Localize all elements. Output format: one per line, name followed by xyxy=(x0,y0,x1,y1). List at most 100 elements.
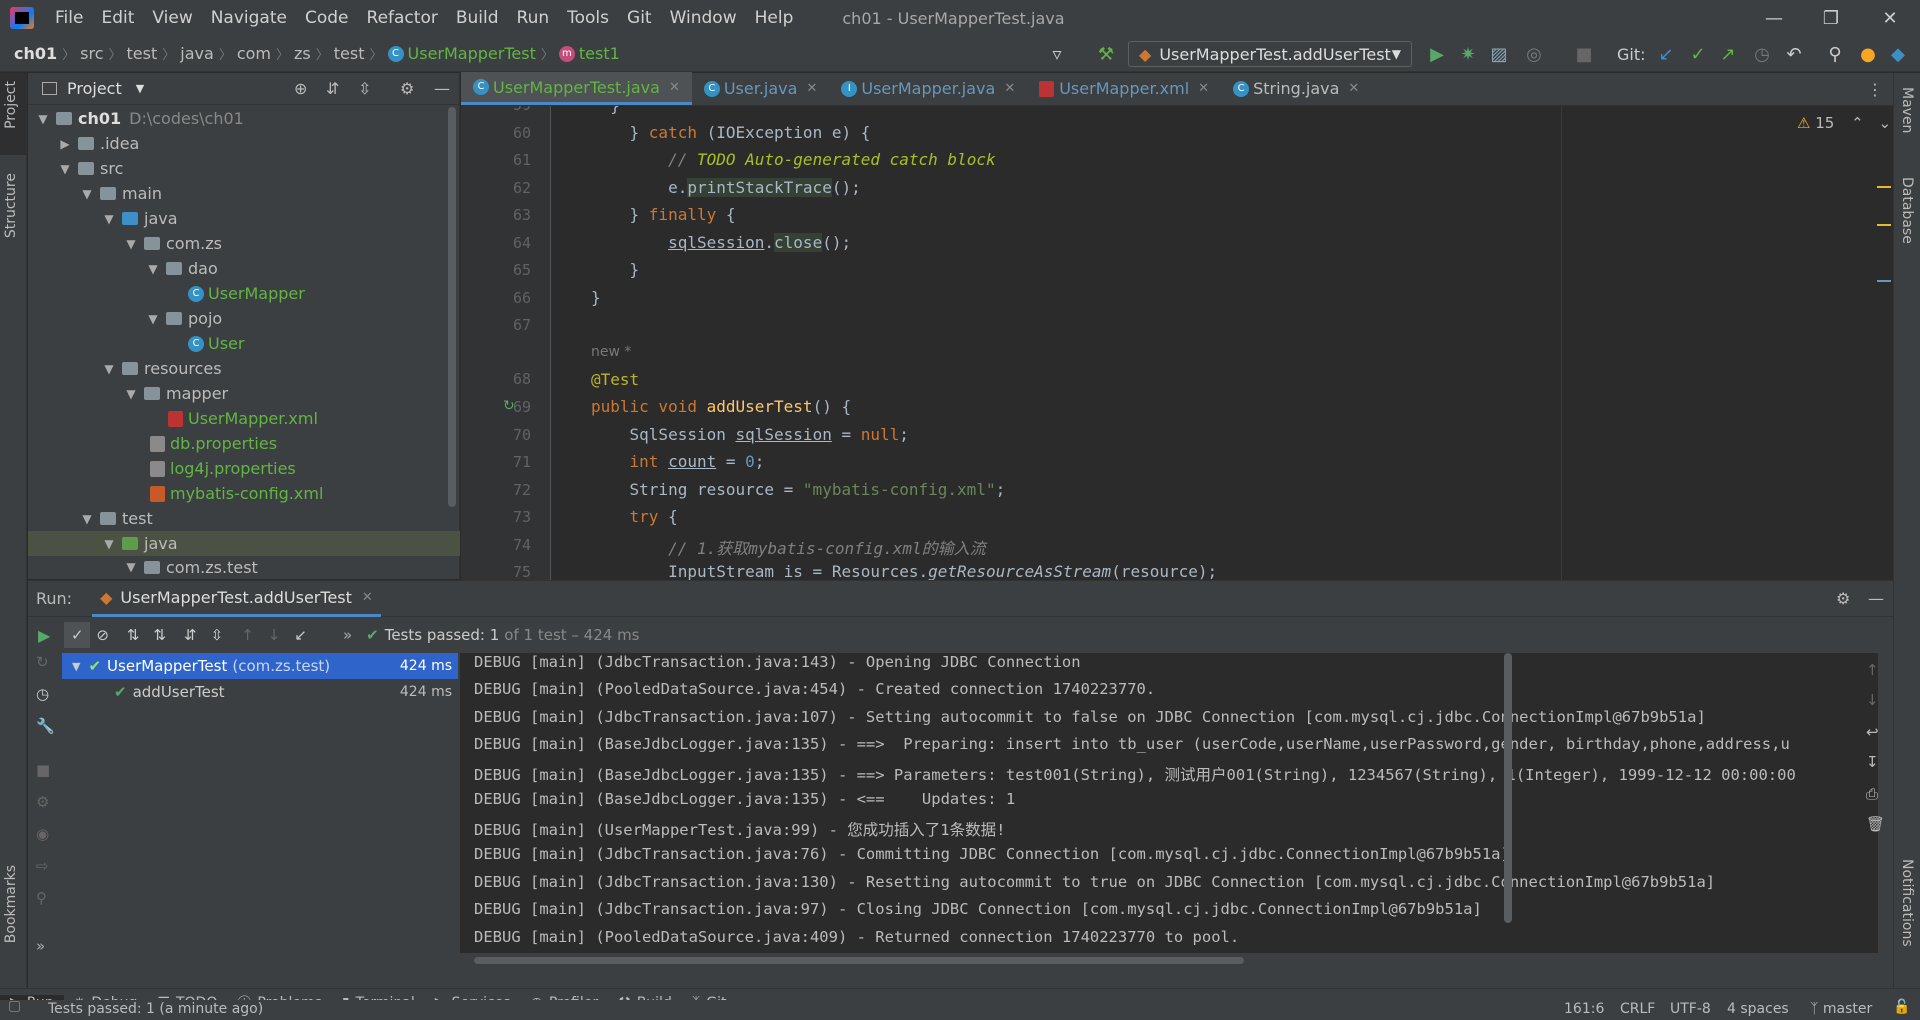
rollback-icon[interactable]: ↶ xyxy=(1782,42,1806,66)
history-icon[interactable]: ◷ xyxy=(1750,42,1774,66)
close-icon[interactable]: ✕ xyxy=(1004,81,1015,96)
breadcrumb-java[interactable]: java xyxy=(180,44,214,63)
status-toggle-icon[interactable]: ▢ xyxy=(8,998,21,1014)
up-icon[interactable]: ↑ xyxy=(1866,661,1879,679)
breadcrumb-ch01[interactable]: ch01 xyxy=(14,44,57,63)
status-message[interactable]: Tests passed: 1 (a minute ago) xyxy=(48,1001,263,1017)
camera-icon[interactable]: ◉ xyxy=(36,825,49,843)
restore-icon[interactable]: ❐ xyxy=(1803,0,1859,36)
tree-item-dao[interactable]: ▼ dao xyxy=(28,256,460,281)
sort-duration-icon[interactable]: ⇅ xyxy=(153,626,166,644)
locate-icon[interactable]: ⊕ xyxy=(294,79,307,98)
search-icon[interactable]: ⚲ xyxy=(1823,42,1847,66)
menu-edit[interactable]: Edit xyxy=(92,8,143,28)
tree-item-main[interactable]: ▼ main xyxy=(28,181,460,206)
maven-tool-button[interactable]: Maven xyxy=(1899,87,1915,133)
pin-icon[interactable]: ⚲ xyxy=(36,889,47,907)
run-icon[interactable]: ▶ xyxy=(1425,42,1449,66)
gear-icon[interactable]: ⚙ xyxy=(1836,589,1850,608)
next-icon[interactable]: ↓ xyxy=(268,626,281,644)
close-icon[interactable]: ✕ xyxy=(806,81,817,96)
menu-view[interactable]: View xyxy=(143,8,201,28)
close-icon[interactable]: ✕ xyxy=(669,80,680,95)
expand-all-icon[interactable]: ⇵ xyxy=(184,626,197,644)
console-hscrollbar[interactable] xyxy=(474,957,1244,964)
menu-tools[interactable]: Tools xyxy=(558,8,618,28)
hide-icon[interactable]: — xyxy=(434,79,450,98)
tree-item-package[interactable]: ▼ com.zs xyxy=(28,231,460,256)
debug-icon[interactable]: ✷ xyxy=(1456,42,1480,66)
breadcrumb-class[interactable]: UserMapperTest xyxy=(408,44,536,63)
menu-help[interactable]: Help xyxy=(746,8,803,28)
breadcrumb-com[interactable]: com xyxy=(237,44,271,63)
notifications-tool-button[interactable]: Notifications xyxy=(1899,859,1915,947)
tree-item-log4j-properties[interactable]: log4j.properties xyxy=(28,456,460,481)
tree-item-resources[interactable]: ▼ resources xyxy=(28,356,460,381)
console-output[interactable]: DEBUG [main] (JdbcTransaction.java:143) … xyxy=(460,653,1878,953)
menu-file[interactable]: File xyxy=(46,8,92,28)
run-config-select[interactable]: ◆ UserMapperTest.addUserTest ▼ xyxy=(1128,41,1412,67)
stop-icon[interactable]: ■ xyxy=(1572,42,1596,66)
file-encoding[interactable]: UTF-8 xyxy=(1670,1001,1711,1017)
menu-code[interactable]: Code xyxy=(296,8,358,28)
tab-string[interactable]: C String.java ✕ xyxy=(1221,72,1371,105)
tree-item-idea[interactable]: ▶ .idea xyxy=(28,131,460,156)
tab-usermapper[interactable]: I UserMapper.java ✕ xyxy=(829,72,1027,105)
tree-item-usermapper-xml[interactable]: UserMapper.xml xyxy=(28,406,460,431)
trash-icon[interactable]: 🗑 xyxy=(1866,815,1885,833)
database-tool-button[interactable]: Database xyxy=(1899,177,1915,244)
console-scrollbar[interactable] xyxy=(1504,653,1512,923)
import-tests-icon[interactable]: ↙ xyxy=(294,626,307,644)
tree-item-usermapper[interactable]: C UserMapper xyxy=(28,281,460,306)
breadcrumb-zs[interactable]: zs xyxy=(294,44,311,63)
menu-git[interactable]: Git xyxy=(618,8,661,28)
exit-icon[interactable]: ⇨ xyxy=(36,857,49,875)
profile-icon[interactable]: ◎ xyxy=(1522,42,1546,66)
test-case-row[interactable]: ✔ addUserTest 424 ms xyxy=(62,679,458,705)
git-commit-icon[interactable]: ✓ xyxy=(1686,42,1710,66)
print-icon[interactable]: ⎙ xyxy=(1866,785,1878,803)
chevron-down-icon[interactable]: ▼ xyxy=(136,82,144,95)
tree-item-test-package[interactable]: ▼ com.zs.test xyxy=(28,556,460,578)
tree-item-test-java[interactable]: ▼ java xyxy=(28,531,460,556)
rerun-icon[interactable]: ▶ xyxy=(38,626,50,645)
sort-alpha-icon[interactable]: ⇅ xyxy=(127,626,140,644)
menu-build[interactable]: Build xyxy=(447,8,508,28)
menu-run[interactable]: Run xyxy=(508,8,559,28)
close-icon[interactable]: ✕ xyxy=(1198,81,1209,96)
minimize-icon[interactable]: — xyxy=(1746,0,1802,36)
breadcrumb-src[interactable]: src xyxy=(80,44,103,63)
update-icon[interactable]: ● xyxy=(1856,42,1880,66)
tree-item-mapper[interactable]: ▼ mapper xyxy=(28,381,460,406)
menu-window[interactable]: Window xyxy=(661,8,746,28)
run-test-gutter-icon[interactable]: ↻ xyxy=(503,398,515,414)
soft-wrap-icon[interactable]: ↩ xyxy=(1866,723,1879,741)
collapse-all-icon[interactable]: ⇳ xyxy=(358,79,371,98)
rerun-failed-icon[interactable]: ↻ xyxy=(36,653,49,671)
toggle-autotest-icon[interactable]: ◷ xyxy=(36,685,49,703)
close-icon[interactable]: ✕ xyxy=(1348,81,1359,96)
plugin-icon[interactable]: ◆ xyxy=(1886,42,1910,66)
gear-icon[interactable]: ⚙ xyxy=(400,79,414,98)
down-icon[interactable]: ↓ xyxy=(1866,691,1879,709)
git-branch[interactable]: ᛉ master xyxy=(1810,1001,1872,1017)
tab-usermapper-xml[interactable]: UserMapper.xml ✕ xyxy=(1027,72,1221,105)
breadcrumb-method[interactable]: test1 xyxy=(579,44,620,63)
scroll-to-end-icon[interactable]: ↧ xyxy=(1866,753,1879,771)
stop-icon[interactable]: ■ xyxy=(36,761,50,779)
code-editor[interactable]: 59 60 61 62 63 64 65 66 67 68 69 70 71 7… xyxy=(461,106,1893,580)
git-update-icon[interactable]: ↙ xyxy=(1654,42,1678,66)
build-hammer-icon[interactable]: ⚒ xyxy=(1094,42,1118,66)
tree-item-project[interactable]: ▼ ch01 D:\codes\ch01 xyxy=(28,106,460,131)
test-suite-row[interactable]: ▼ ✔ UserMapperTest (com.zs.test) 424 ms xyxy=(62,653,458,679)
line-separator[interactable]: CRLF xyxy=(1620,1001,1655,1017)
tree-item-src[interactable]: ▼ src xyxy=(28,156,460,181)
show-passed-icon[interactable]: ✓ xyxy=(64,622,91,648)
lock-icon[interactable]: 🔓 xyxy=(1893,999,1910,1015)
tree-item-java[interactable]: ▼ java xyxy=(28,206,460,231)
menu-navigate[interactable]: Navigate xyxy=(202,8,296,28)
indent-setting[interactable]: 4 spaces xyxy=(1727,1001,1789,1017)
breadcrumb-test-pkg[interactable]: test xyxy=(334,44,365,63)
more-icon[interactable]: » xyxy=(36,937,45,955)
tree-item-db-properties[interactable]: db.properties xyxy=(28,431,460,456)
